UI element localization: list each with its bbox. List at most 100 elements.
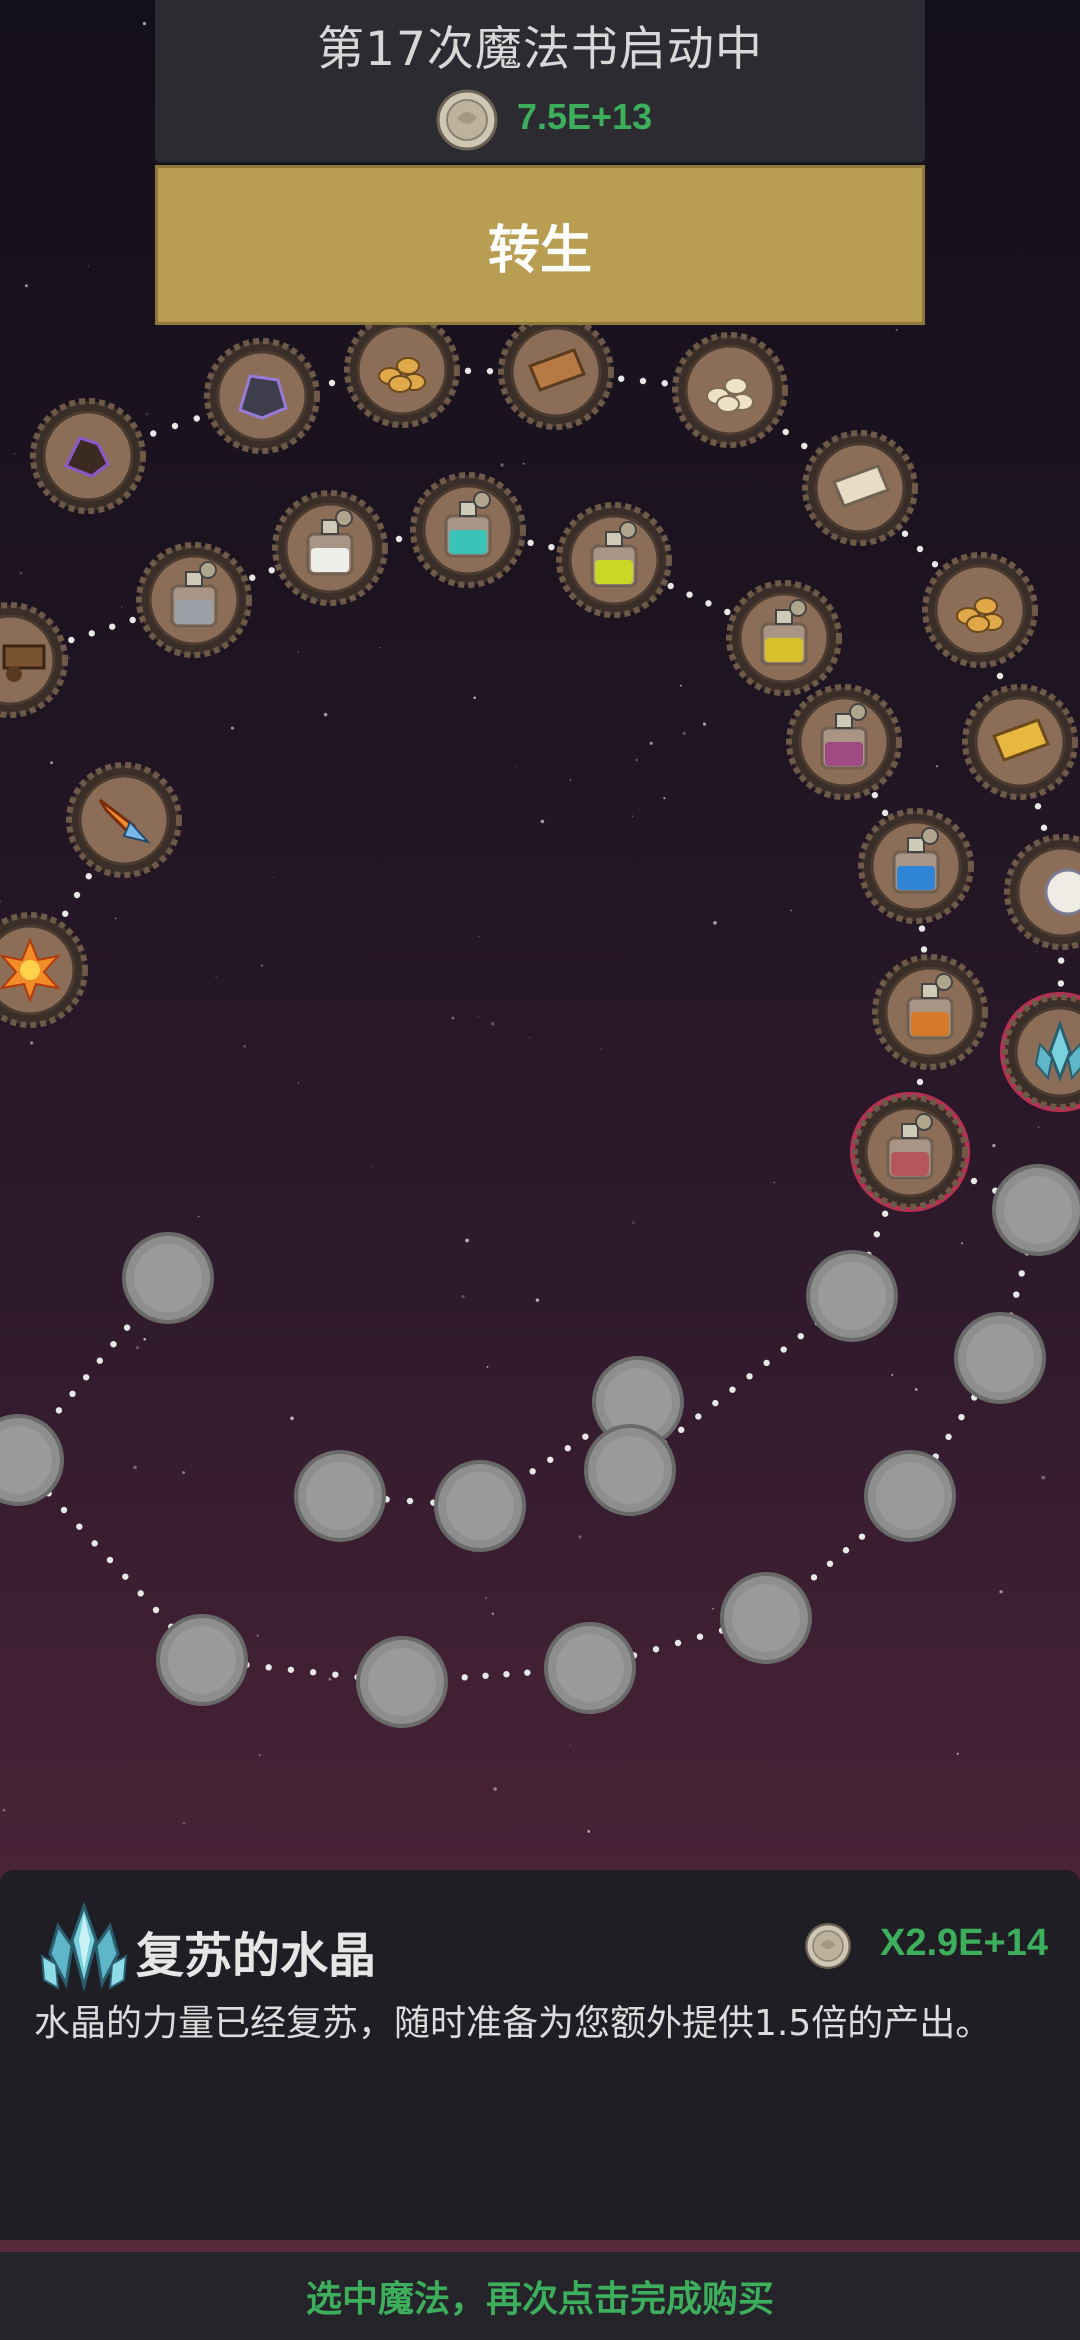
path-dot [109,623,116,630]
spell-node-silver-nuggets[interactable] [672,332,788,448]
path-dot [152,1606,160,1614]
spell-node-lime-potion[interactable] [556,502,672,618]
path-dot [858,1533,866,1540]
locked-node[interactable] [544,1622,636,1714]
path-dot [395,535,403,543]
path-dot [678,1426,685,1434]
spell-node-grey-potion[interactable] [136,542,252,658]
path-dot [746,1373,753,1380]
spell-node-crystal[interactable] [1000,992,1080,1112]
path-dot [695,1413,702,1420]
pearl-icon [1044,868,1080,916]
path-dot [328,379,336,387]
spell-node-gold-nuggets[interactable] [344,312,460,428]
path-dot [712,1399,719,1407]
path-dot [652,1646,660,1653]
purchase-hint-button[interactable]: 选中魔法，再次点击完成购买 [0,2252,1080,2340]
path-dot [68,636,75,644]
path-dot [62,910,69,917]
path-dot [122,1573,129,1580]
path-dot [106,1556,114,1564]
path-dot [76,1523,83,1530]
path-dot [461,1674,468,1681]
path-dot [871,791,879,799]
spell-node-fire-arrow[interactable] [66,762,182,878]
path-dot [1034,803,1042,810]
page-title: 第17次魔法书启动中 [317,22,763,77]
spell-name: 复苏的水晶 [136,1928,377,1984]
path-dot [73,891,81,899]
spell-node-cyan-potion[interactable] [410,472,526,588]
spell-cost: X2.9E+14 [880,1922,1048,1964]
path-dot [918,925,926,932]
silver-coin-icon [436,89,498,151]
path-dot [729,1386,736,1393]
spell-node-gold-nuggets-2[interactable] [922,552,1038,668]
path-dot [639,377,647,385]
spell-node-copper-ingot[interactable] [498,314,614,430]
spell-node-red-potion[interactable] [850,1092,970,1212]
locked-node[interactable] [434,1460,526,1552]
locked-node[interactable] [992,1164,1080,1256]
locked-node[interactable] [122,1232,214,1324]
path-dot [123,1324,131,1331]
locked-node[interactable] [954,1312,1046,1404]
spell-node-wagon[interactable] [0,602,68,718]
path-dot [873,1231,881,1238]
spell-node-dark-ore[interactable] [204,338,320,454]
path-dot [137,1590,144,1597]
path-dot [548,543,555,551]
path-dot [524,1669,531,1676]
path-dot [110,1340,117,1348]
path-dot [920,946,928,953]
spell-description: 水晶的力量已经复苏，随时准备为您额外提供1.5倍的产出。 [34,2003,992,2044]
spell-node-blue-potion[interactable] [858,808,974,924]
path-dot [406,1497,414,1505]
spell-node-white-potion[interactable] [272,490,388,606]
locked-node[interactable] [294,1450,386,1542]
spell-node-pearl[interactable] [1004,834,1080,950]
path-dot [705,600,712,607]
path-dot [696,1633,704,1640]
header-panel: 第17次魔法书启动中 7.5E+13 [155,0,925,164]
silver-coin-icon [805,1923,851,1969]
path-dot [464,367,472,375]
locked-node[interactable] [584,1424,676,1516]
locked-node[interactable] [720,1572,812,1664]
spell-node-orange-potion[interactable] [872,954,988,1070]
path-dot [150,430,157,437]
spell-node-silver-bar[interactable] [802,430,918,546]
dark-ore-icon [238,374,288,420]
spell-node-coal[interactable] [30,398,146,514]
path-dot [724,608,731,616]
spell-node-gold-ingot[interactable] [962,684,1078,800]
path-dot [826,1560,834,1567]
path-dot [970,1177,978,1185]
spell-node-pink-potion[interactable] [786,684,902,800]
path-dot [881,1210,889,1217]
locked-node[interactable] [0,1414,64,1506]
path-dot [529,1468,536,1475]
path-dot [780,1346,787,1353]
path-dot [618,375,625,382]
path-dot [582,1433,589,1440]
spell-node-fire-burst[interactable] [0,912,88,1028]
path-dot [797,1332,804,1340]
locked-node[interactable] [156,1614,248,1706]
spell-node-yellow-potion[interactable] [726,580,842,696]
path-dot [564,1445,571,1452]
spell-info-panel: 复苏的水晶 X2.9E+14 水晶的力量已经复苏，随时准备为您额外提供1.5倍的… [0,1870,1080,2240]
locked-node[interactable] [806,1250,898,1342]
path-dot [96,1357,104,1364]
locked-node[interactable] [356,1636,448,1728]
path-dot [60,1506,68,1514]
path-dot [810,1574,818,1581]
rebirth-button[interactable]: 转生 [155,165,925,325]
path-dot [265,1664,272,1671]
path-dot [171,422,179,430]
path-dot [667,582,674,590]
path-dot [1013,1291,1020,1298]
path-dot [486,367,494,375]
path-dot [763,1359,770,1367]
locked-node[interactable] [864,1450,956,1542]
